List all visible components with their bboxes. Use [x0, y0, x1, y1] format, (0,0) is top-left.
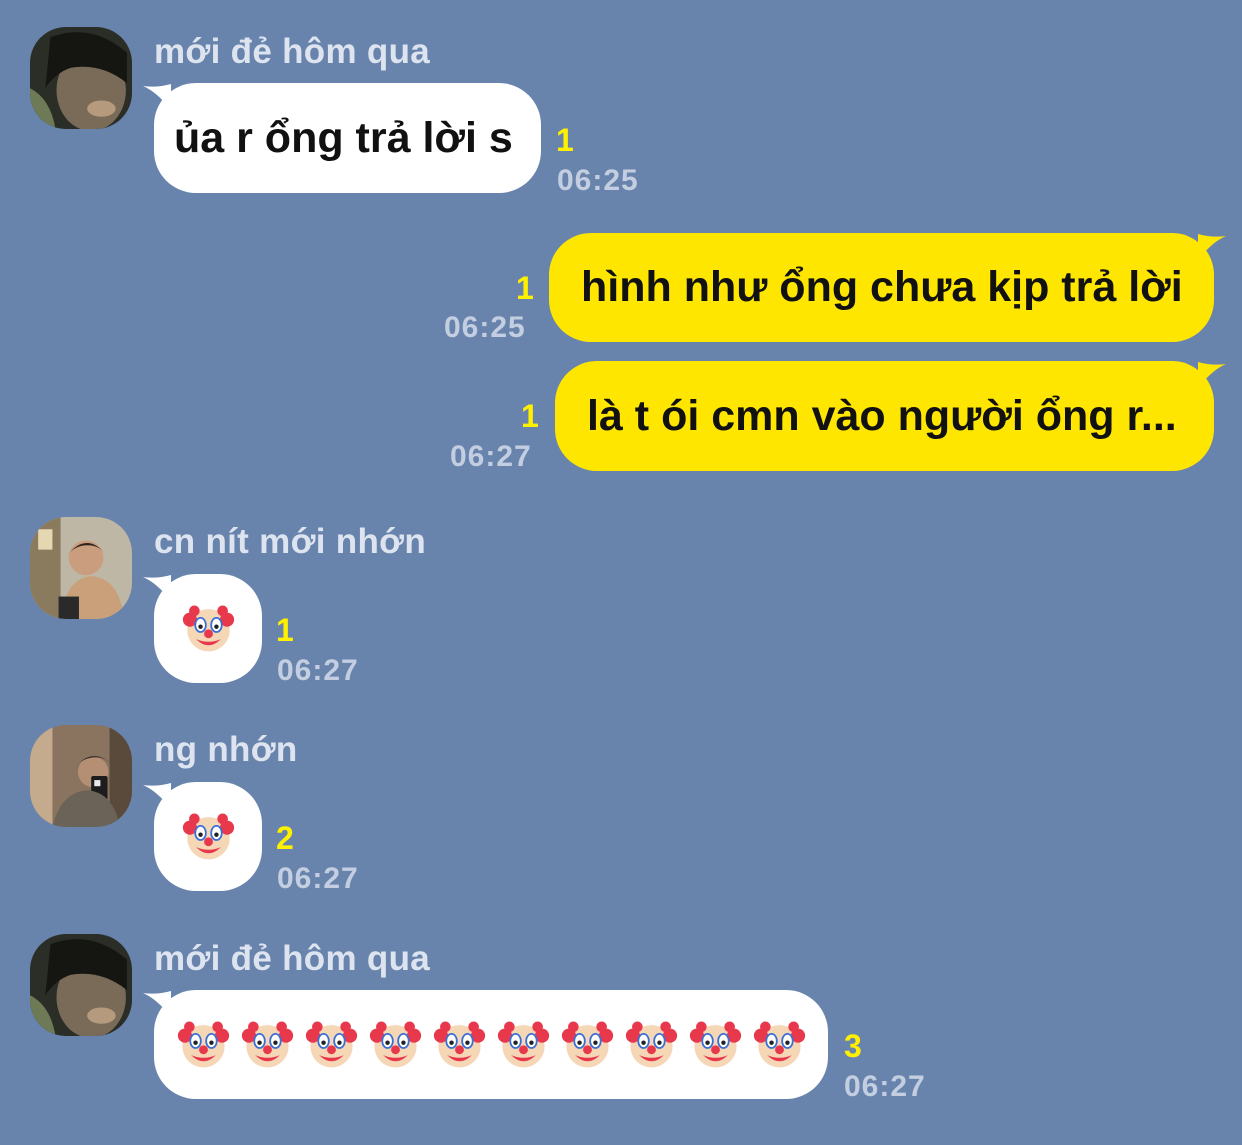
message-text: hình như ổng chưa kịp trả lời: [581, 263, 1183, 311]
avatar-photo: [30, 934, 132, 1036]
clown-face-icon: [241, 1021, 294, 1068]
message-bubble[interactable]: [154, 990, 828, 1099]
clown-face-icon: [182, 605, 234, 652]
timestamp: 06:27: [450, 440, 532, 473]
read-count: 1: [556, 122, 574, 158]
message-text: là t ói cmn vào người ổng r...: [587, 391, 1177, 440]
clown-face-icon: [177, 1021, 230, 1068]
avatar-photo: [30, 27, 132, 129]
message-text: ủa r ổng trả lời s: [174, 113, 513, 162]
read-count: 3: [844, 1028, 862, 1064]
clown-face-icon: [369, 1021, 422, 1068]
sender-name: mới đẻ hôm qua: [154, 32, 431, 71]
clown-face-icon: [753, 1021, 806, 1068]
message-bubble[interactable]: hình như ổng chưa kịp trả lời: [549, 233, 1214, 342]
message-bubble[interactable]: [154, 782, 262, 891]
bubble-tail: [1198, 234, 1226, 260]
bubble-tail: [1198, 362, 1226, 388]
sender-name: ng nhớn: [154, 730, 298, 769]
sender-name: cn nít mới nhớn: [154, 522, 427, 561]
timestamp: 06:25: [444, 311, 526, 344]
clown-face-icon: [305, 1021, 358, 1068]
emoji-row: [177, 1018, 806, 1071]
avatar[interactable]: [30, 27, 132, 129]
read-count: 1: [521, 398, 539, 434]
timestamp: 06:25: [557, 164, 639, 197]
timestamp: 06:27: [844, 1070, 926, 1103]
message-bubble[interactable]: [154, 574, 262, 683]
avatar[interactable]: [30, 725, 132, 827]
read-count: 1: [516, 270, 534, 306]
avatar-photo: [30, 725, 132, 827]
avatar[interactable]: [30, 934, 132, 1036]
read-count: 2: [276, 820, 294, 856]
clown-face-icon: [561, 1021, 614, 1068]
avatar-photo: [30, 517, 132, 619]
message-bubble[interactable]: ủa r ổng trả lời s: [154, 83, 541, 193]
clown-face-icon: [625, 1021, 678, 1068]
avatar[interactable]: [30, 517, 132, 619]
sender-name: mới đẻ hôm qua: [154, 939, 431, 978]
clown-face-icon: [689, 1021, 742, 1068]
clown-face-icon: [433, 1021, 486, 1068]
timestamp: 06:27: [277, 862, 359, 895]
clown-face-icon: [497, 1021, 550, 1068]
message-bubble[interactable]: là t ói cmn vào người ổng r...: [555, 361, 1214, 471]
timestamp: 06:27: [277, 654, 359, 687]
clown-face-icon: [182, 813, 234, 860]
read-count: 1: [276, 612, 294, 648]
